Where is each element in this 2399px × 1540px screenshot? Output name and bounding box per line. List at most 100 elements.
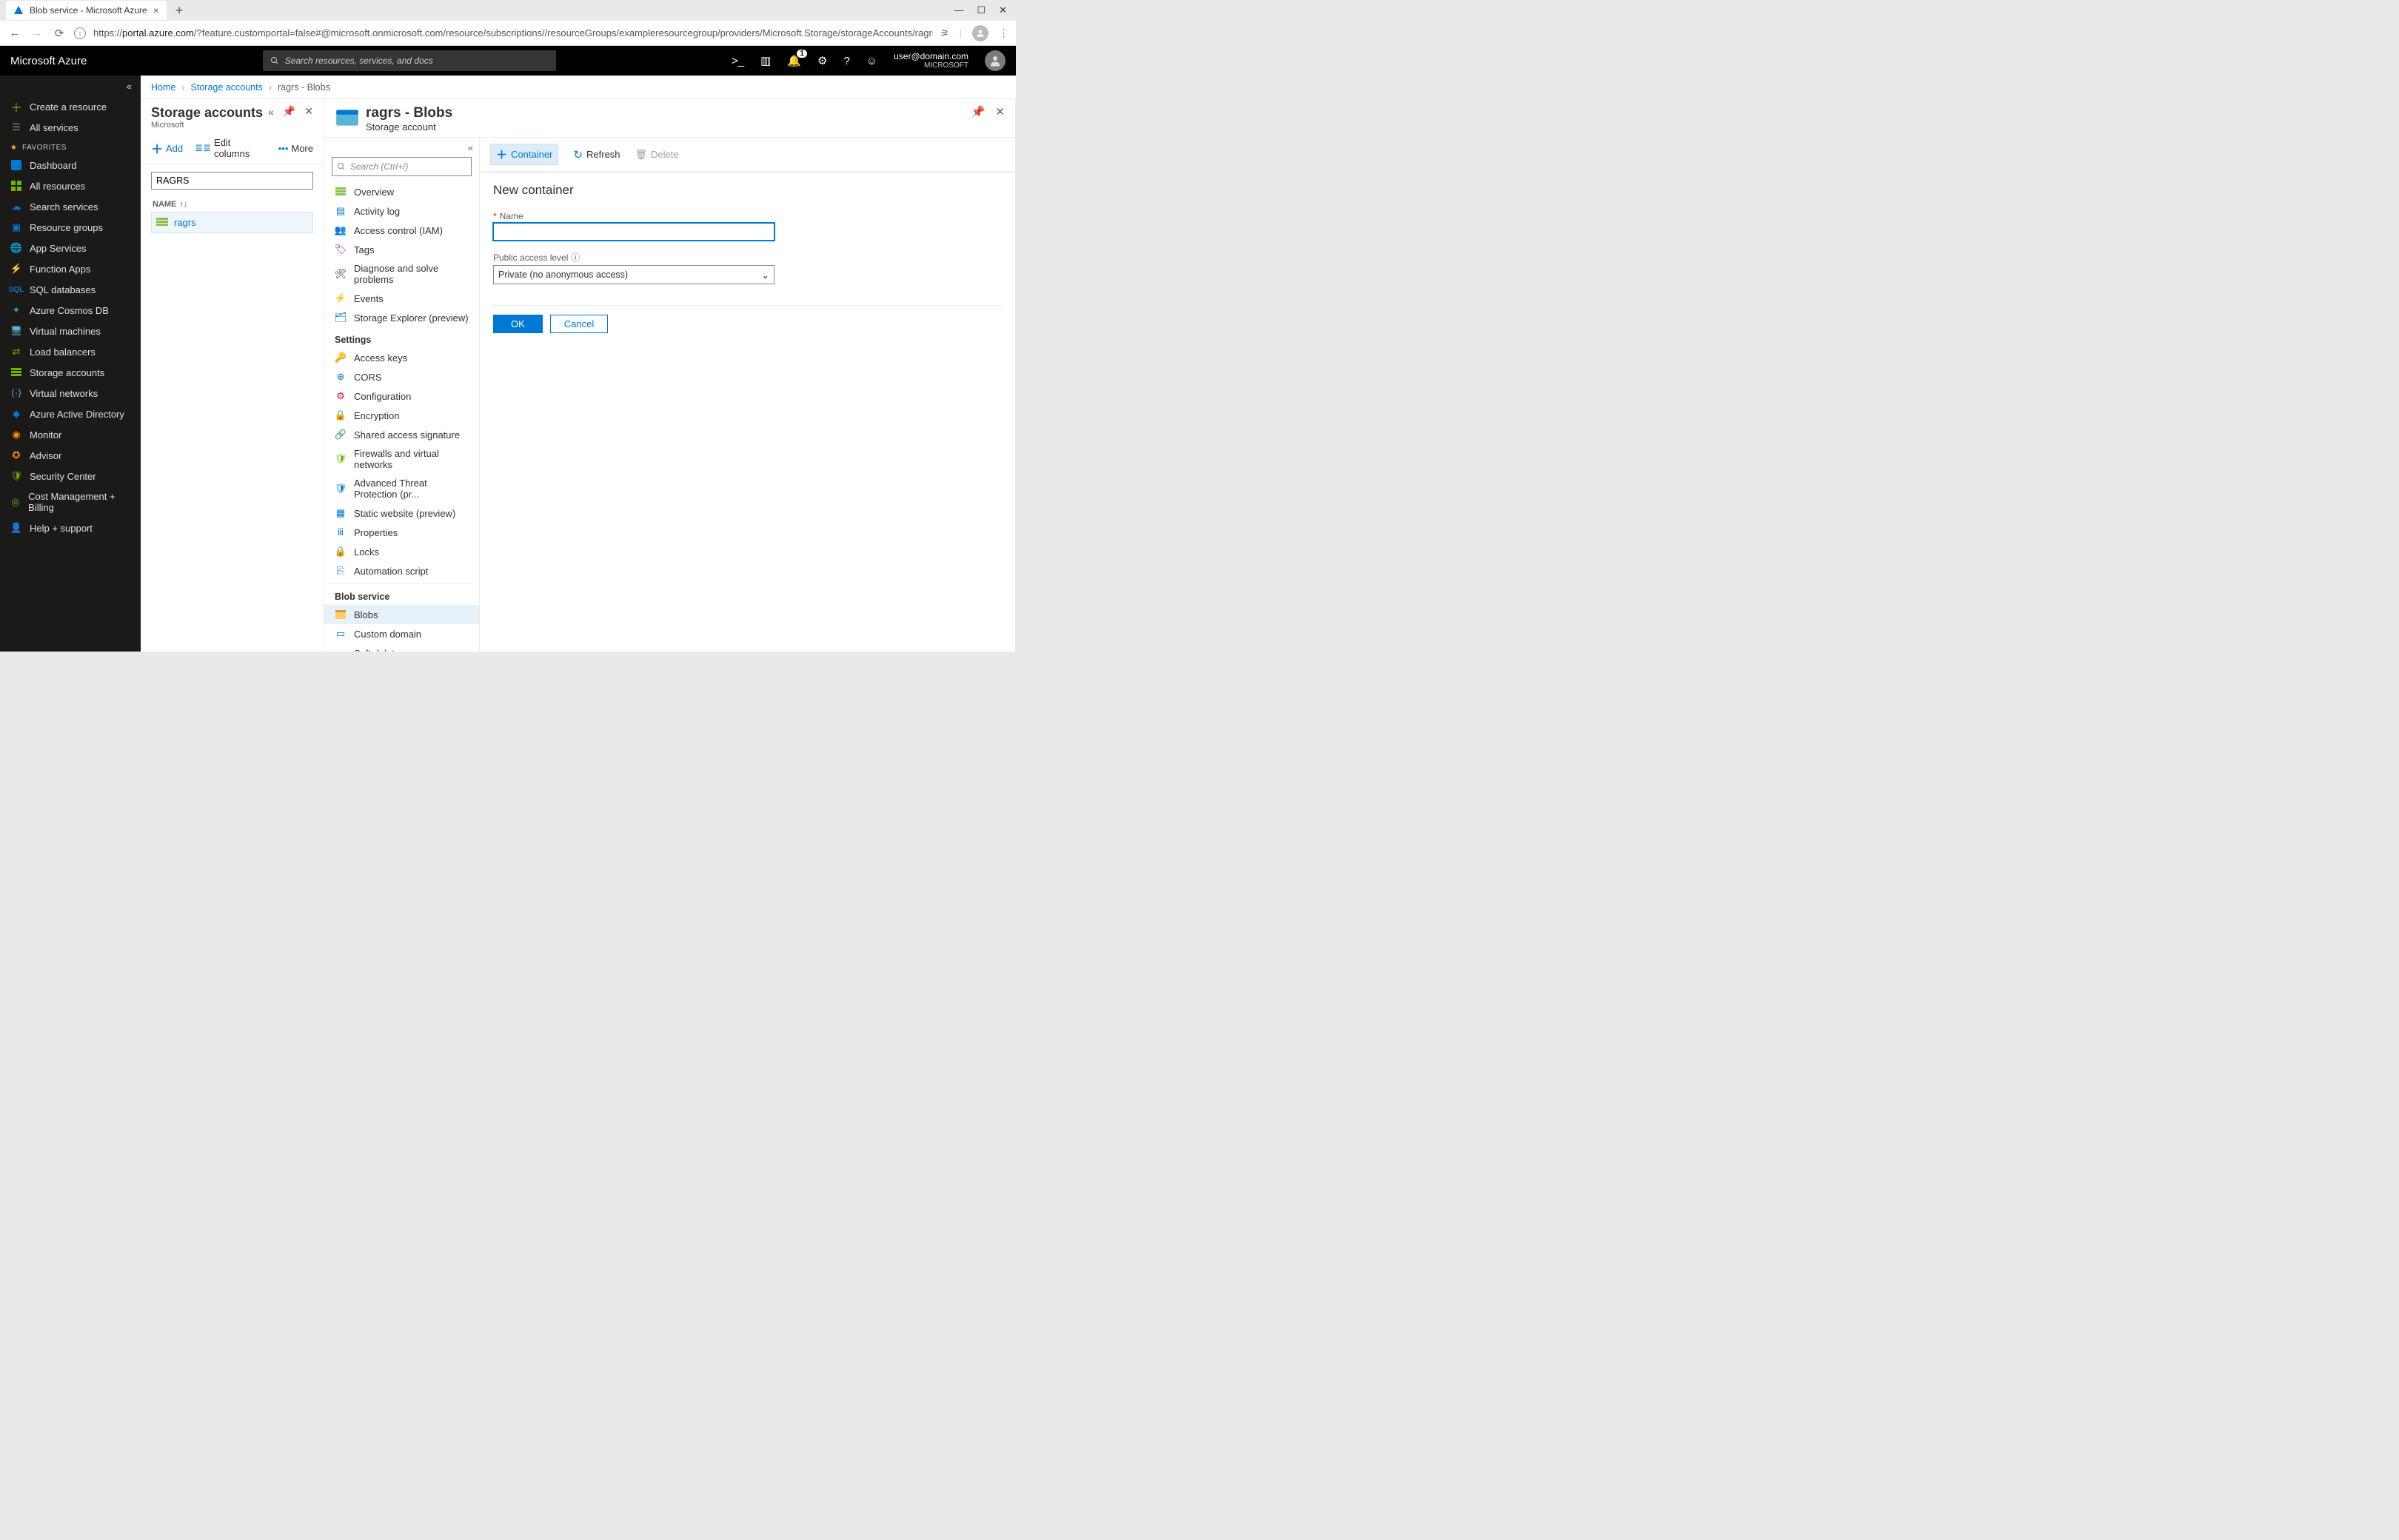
- nav-diagnose[interactable]: 🛠Diagnose and solve problems: [324, 259, 479, 289]
- sidebar-item-aad[interactable]: ◆Azure Active Directory: [0, 404, 141, 424]
- help-icon[interactable]: ?: [843, 55, 849, 67]
- user-menu[interactable]: user@domain.com MICROSOFT: [894, 51, 968, 70]
- access-level-select[interactable]: Private (no anonymous access) ⌄: [493, 265, 774, 284]
- nav-blobs[interactable]: Blobs: [324, 605, 479, 624]
- sidebar-item-load-balancers[interactable]: ⇄Load balancers: [0, 341, 141, 362]
- notifications-icon[interactable]: 🔔1: [787, 54, 801, 67]
- global-search-input[interactable]: Search resources, services, and docs: [263, 50, 556, 71]
- nav-collapse-icon[interactable]: «: [324, 138, 479, 157]
- sidebar-item-help-support[interactable]: 👤Help + support: [0, 518, 141, 538]
- sidebar-item-virtual-machines[interactable]: 🖥Virtual machines: [0, 321, 141, 341]
- sidebar-item-search-services[interactable]: ☁Search services: [0, 196, 141, 217]
- new-tab-button[interactable]: +: [171, 3, 188, 19]
- nav-static-website[interactable]: ▦Static website (preview): [324, 503, 479, 523]
- nav-access-control[interactable]: 👥Access control (IAM): [324, 221, 479, 240]
- sidebar-item-virtual-networks[interactable]: ⟨·⟩Virtual networks: [0, 383, 141, 404]
- user-avatar[interactable]: [985, 50, 1006, 71]
- nav-forward-icon: →: [30, 27, 44, 39]
- more-button[interactable]: •••More: [278, 143, 313, 154]
- nav-atp[interactable]: 🛡Advanced Threat Protection (pr...: [324, 474, 479, 503]
- config-icon: ⚙: [335, 390, 347, 402]
- nav-storage-explorer[interactable]: 🗂Storage Explorer (preview): [324, 308, 479, 327]
- col-name-header[interactable]: NAME↑↓: [151, 197, 313, 212]
- sidebar-create-resource[interactable]: ＋ Create a resource: [0, 96, 141, 117]
- resource-menu-search[interactable]: Search (Ctrl+/): [332, 157, 472, 176]
- sidebar-item-app-services[interactable]: 🌐App Services: [0, 238, 141, 258]
- sa-filter-input[interactable]: [151, 172, 313, 190]
- nav-automation-script[interactable]: ⎘Automation script: [324, 561, 479, 580]
- nav-back-icon[interactable]: ←: [7, 27, 22, 39]
- sidebar-item-sql-databases[interactable]: SQLSQL databases: [0, 279, 141, 300]
- cancel-button[interactable]: Cancel: [550, 315, 608, 333]
- site-info-icon[interactable]: i: [74, 27, 86, 39]
- nav-cors[interactable]: ⊕CORS: [324, 367, 479, 386]
- sidebar-all-services[interactable]: ☰ All services: [0, 117, 141, 138]
- vm-icon: 🖥: [10, 325, 22, 337]
- settings-gear-icon[interactable]: ⚙: [817, 54, 827, 67]
- nav-overview[interactable]: Overview: [324, 182, 479, 201]
- browser-menu-icon[interactable]: ⋮: [999, 27, 1008, 39]
- window-maximize-icon[interactable]: ☐: [977, 4, 986, 16]
- nav-properties[interactable]: ⅲProperties: [324, 523, 479, 542]
- iam-icon: 👥: [335, 224, 347, 236]
- sidebar-collapse-icon[interactable]: «: [0, 76, 141, 96]
- azure-brand[interactable]: Microsoft Azure: [10, 55, 87, 67]
- nav-sas[interactable]: 🔗Shared access signature: [324, 425, 479, 444]
- directory-filter-icon[interactable]: ▥: [760, 54, 771, 67]
- sidebar-item-all-resources[interactable]: All resources: [0, 175, 141, 196]
- browser-tab[interactable]: Blob service - Microsoft Azure ×: [6, 1, 167, 20]
- address-bar[interactable]: https://portal.azure.com/?feature.custom…: [93, 27, 933, 38]
- nav-locks[interactable]: 🔒Locks: [324, 542, 479, 561]
- crumb-storage-accounts[interactable]: Storage accounts: [191, 82, 263, 93]
- cost-icon: ◎: [10, 496, 21, 508]
- info-icon[interactable]: ⓘ: [571, 251, 580, 264]
- sidebar-item-cost-management[interactable]: ◎Cost Management + Billing: [0, 486, 141, 518]
- sidebar-item-cosmos-db[interactable]: ✦Azure Cosmos DB: [0, 300, 141, 321]
- nav-events[interactable]: ⚡Events: [324, 289, 479, 308]
- cloud-shell-icon[interactable]: >_: [732, 55, 744, 67]
- tab-close-icon[interactable]: ×: [153, 4, 159, 16]
- storage-icon: [156, 218, 168, 228]
- sidebar-item-function-apps[interactable]: ⚡Function Apps: [0, 258, 141, 279]
- container-button[interactable]: ＋Container: [490, 144, 558, 165]
- feedback-icon[interactable]: ☺: [866, 55, 877, 67]
- blade-close-icon[interactable]: ✕: [304, 105, 313, 118]
- monitor-icon: ◉: [10, 429, 22, 441]
- nav-tags[interactable]: 🏷Tags: [324, 240, 479, 259]
- sa-row-ragrs[interactable]: ragrs: [151, 212, 313, 233]
- sidebar-item-resource-groups[interactable]: ▣Resource groups: [0, 217, 141, 238]
- key-icon: 🔑: [335, 352, 347, 364]
- nav-soft-delete[interactable]: ▭Soft delete: [324, 643, 479, 652]
- ok-button[interactable]: OK: [493, 315, 543, 333]
- sidebar-item-monitor[interactable]: ◉Monitor: [0, 424, 141, 445]
- sidebar-item-dashboard[interactable]: Dashboard: [0, 155, 141, 175]
- nav-custom-domain[interactable]: ▭Custom domain: [324, 624, 479, 643]
- sidebar-item-security-center[interactable]: 🛡Security Center: [0, 466, 141, 486]
- container-name-input[interactable]: [493, 223, 774, 241]
- add-button[interactable]: ＋Add: [151, 139, 183, 157]
- nav-configuration[interactable]: ⚙Configuration: [324, 386, 479, 406]
- firewall-icon: 🛡: [335, 453, 347, 465]
- window-minimize-icon[interactable]: —: [954, 4, 963, 16]
- blade-close-icon[interactable]: ✕: [995, 105, 1005, 118]
- crumb-home[interactable]: Home: [151, 82, 175, 93]
- nav-firewalls[interactable]: 🛡Firewalls and virtual networks: [324, 444, 479, 474]
- sidebar-item-storage-accounts[interactable]: Storage accounts: [0, 362, 141, 383]
- blade-pin-icon[interactable]: 📌: [283, 105, 295, 118]
- link-icon: 🔗: [335, 429, 347, 441]
- cast-icon[interactable]: ⚞: [940, 27, 949, 39]
- nav-reload-icon[interactable]: ⟳: [52, 27, 67, 40]
- nav-activity-log[interactable]: ▤Activity log: [324, 201, 479, 221]
- explorer-icon: 🗂: [335, 312, 347, 324]
- blade-collapse-icon[interactable]: «: [268, 106, 274, 118]
- window-close-icon[interactable]: ✕: [999, 4, 1007, 16]
- cosmos-icon: ✦: [10, 304, 22, 316]
- nav-encryption[interactable]: 🔒Encryption: [324, 406, 479, 425]
- blade-pin-icon[interactable]: 📌: [971, 105, 986, 118]
- nav-access-keys[interactable]: 🔑Access keys: [324, 348, 479, 367]
- edit-columns-button[interactable]: ≣≣Edit columns: [195, 137, 267, 159]
- form-title: New container: [493, 183, 1002, 198]
- refresh-button[interactable]: ↻Refresh: [573, 148, 620, 161]
- browser-profile-icon[interactable]: [972, 25, 988, 41]
- sidebar-item-advisor[interactable]: ✪Advisor: [0, 445, 141, 466]
